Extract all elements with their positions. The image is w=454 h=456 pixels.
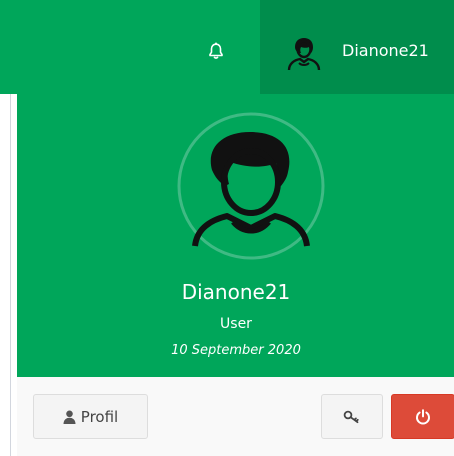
navbar: Dianone21 [0, 0, 454, 94]
user-icon [63, 410, 76, 424]
notifications-button[interactable] [201, 36, 231, 66]
profile-button[interactable]: Profil [33, 394, 148, 439]
change-password-button[interactable] [321, 394, 383, 439]
user-footer: Profil [17, 377, 454, 456]
power-icon [416, 408, 430, 424]
user-dropdown-menu: Dianone21 User 10 September 2020 Profil [10, 94, 454, 456]
user-header: Dianone21 User 10 September 2020 [17, 94, 454, 377]
user-avatar-icon [287, 38, 321, 71]
profile-button-label: Profil [80, 407, 119, 426]
profile-name: Dianone21 [181, 280, 291, 304]
logout-button[interactable] [391, 394, 454, 439]
navbar-username: Dianone21 [342, 41, 429, 60]
key-icon [343, 410, 359, 423]
user-menu-toggle[interactable]: Dianone21 [260, 0, 454, 94]
profile-role: User [220, 316, 252, 332]
profile-member-since: 10 September 2020 [171, 343, 301, 358]
bell-icon [209, 42, 223, 59]
user-profile-image [177, 112, 325, 260]
